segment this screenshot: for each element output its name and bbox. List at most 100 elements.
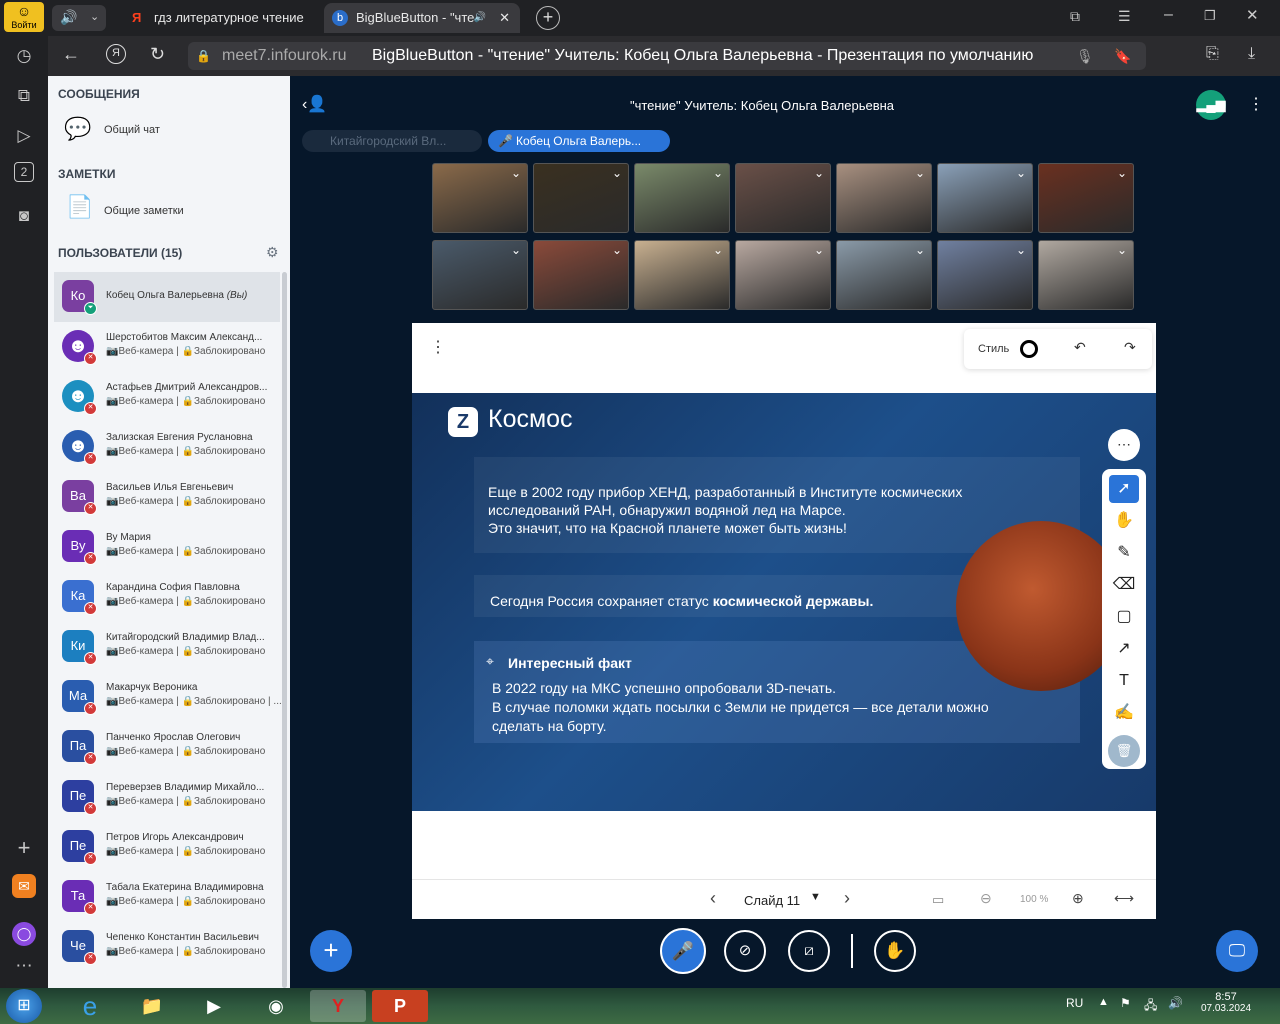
chevron-down-icon[interactable]: ⌄: [1117, 243, 1127, 257]
media-player-icon[interactable]: ▶: [186, 990, 242, 1022]
yandex-browser-icon[interactable]: Y: [310, 990, 366, 1022]
alice-icon[interactable]: ◯: [12, 922, 36, 946]
video-tile[interactable]: ⌄: [735, 163, 831, 233]
chevron-down-icon[interactable]: ⌄: [915, 166, 925, 180]
user-list-item[interactable]: Пе ✕ Петров Игорь Александрович 📷Веб-камера…: [54, 822, 280, 872]
mail-icon[interactable]: ✉: [12, 874, 36, 898]
user-list-item[interactable]: Пе ✕ Переверзев Владимир Михайло... 📷Веб-ка…: [54, 772, 280, 822]
zoom-out-icon[interactable]: ⊖: [980, 890, 992, 907]
video-icon[interactable]: ▷: [10, 122, 38, 150]
yandex-home-icon[interactable]: Я: [106, 44, 126, 64]
redo-icon[interactable]: ↷: [1124, 339, 1136, 356]
mic-icon[interactable]: 🎙: [1076, 42, 1094, 70]
options-menu-icon[interactable]: ⋮: [1248, 94, 1264, 114]
user-list-item[interactable]: Ву ✕ Ву Мария 📷Веб-камера | 🔒Заблокировано: [54, 522, 280, 572]
bookmark-icon[interactable]: 🔖: [1114, 42, 1131, 70]
user-list-item[interactable]: ☻ ✕ Астафьев Дмитрий Александров... 📷Веб-ка…: [54, 372, 280, 422]
menu-icon[interactable]: ☰: [1118, 8, 1131, 25]
close-window-icon[interactable]: ✕: [1246, 6, 1259, 24]
chevron-down-icon[interactable]: ⌄: [511, 166, 521, 180]
talker-badge-active[interactable]: 🎤 Кобец Ольга Валерь...: [488, 130, 670, 152]
undo-icon[interactable]: ↶: [1074, 339, 1086, 356]
video-tile[interactable]: ⌄: [836, 240, 932, 310]
next-slide-icon[interactable]: ›: [844, 888, 850, 909]
arrow-icon[interactable]: ↗: [1109, 635, 1139, 663]
text-icon[interactable]: T: [1109, 667, 1139, 695]
user-list-item[interactable]: Па ✕ Панченко Ярослав Олегович 📷Веб-камера …: [54, 722, 280, 772]
user-list-item[interactable]: Та ✕ Табала Екатерина Владимировна 📷Веб-кам…: [54, 872, 280, 922]
chrome-icon[interactable]: ◉: [248, 990, 304, 1022]
more-icon[interactable]: ⋯: [10, 952, 38, 980]
login-button[interactable]: ☺ Войти: [4, 2, 44, 32]
video-tile[interactable]: ⌄: [634, 163, 730, 233]
tray-arrow-icon[interactable]: ▲: [1098, 996, 1109, 1008]
presentation-toggle-button[interactable]: 🖵: [1216, 930, 1258, 972]
chevron-down-icon[interactable]: ▼: [810, 891, 821, 903]
zoom-in-icon[interactable]: ⊕: [1072, 890, 1084, 907]
chevron-down-icon[interactable]: ⌄: [713, 243, 723, 257]
network-icon[interactable]: 🖧: [1144, 996, 1157, 1017]
history-icon[interactable]: ◷: [10, 42, 38, 70]
more-tools-icon[interactable]: ⋯: [1108, 429, 1140, 461]
eraser-icon[interactable]: ⌫: [1109, 571, 1139, 599]
video-tile[interactable]: ⌄: [937, 240, 1033, 310]
user-list-item[interactable]: ☻ ✕ Зализская Евгения Руслановна 📷Веб-камер…: [54, 422, 280, 472]
talker-badge[interactable]: Китайгородский Вл...: [302, 130, 482, 152]
delete-icon[interactable]: 🗑: [1108, 735, 1140, 767]
public-chat-item[interactable]: 💬 Общий чат: [48, 114, 290, 148]
user-list-item[interactable]: Ва ✕ Васильев Илья Евгеньевич 📷Веб-камера |…: [54, 472, 280, 522]
tabs-count-button[interactable]: 2: [14, 162, 34, 182]
start-button[interactable]: ⊞: [6, 989, 42, 1023]
back-icon[interactable]: ←: [62, 44, 80, 65]
video-tile[interactable]: ⌄: [1038, 163, 1134, 233]
presentation-options-icon[interactable]: ⋮: [430, 337, 446, 357]
chevron-down-icon[interactable]: ⌄: [612, 166, 622, 180]
pencil-icon[interactable]: ✎: [1109, 539, 1139, 567]
reader-icon[interactable]: ⎘: [1206, 45, 1219, 63]
settings-gear-icon[interactable]: ⚙: [266, 244, 279, 261]
chevron-down-icon[interactable]: ⌄: [511, 243, 521, 257]
chevron-down-icon[interactable]: ⌄: [814, 166, 824, 180]
actions-plus-button[interactable]: +: [310, 930, 352, 972]
tab-group[interactable]: 🔊 ⌄: [52, 5, 106, 31]
video-tile[interactable]: ⌄: [1038, 240, 1134, 310]
connection-status-icon[interactable]: ▂▄▆: [1196, 90, 1226, 120]
fit-width-icon[interactable]: ▭: [932, 892, 944, 908]
user-list-item[interactable]: Ма ✕ Макарчук Вероника 📷Веб-камера | 🔒Забло…: [54, 672, 282, 722]
url-field[interactable]: 🔒 meet7.infourok.ru BigBlueButton - "чте…: [188, 42, 1146, 70]
chevron-down-icon[interactable]: ⌄: [1117, 166, 1127, 180]
close-tab-icon[interactable]: ✕: [499, 3, 510, 33]
slide-selector[interactable]: Слайд 11: [744, 893, 800, 908]
powerpoint-icon[interactable]: P: [372, 990, 428, 1022]
video-tile[interactable]: ⌄: [735, 240, 831, 310]
tab-bigbluebutton[interactable]: b BigBlueButton - "чте 🔊 ✕: [324, 3, 520, 33]
chevron-down-icon[interactable]: ⌄: [612, 243, 622, 257]
tab-manager-icon[interactable]: ⧉: [1070, 8, 1080, 25]
chevron-down-icon[interactable]: ⌄: [814, 243, 824, 257]
raise-hand-button[interactable]: ✋: [874, 930, 916, 972]
user-list-item[interactable]: Ко ⏷ Кобец Ольга Валерьевна (Вы): [54, 272, 280, 322]
chevron-down-icon[interactable]: ⌄: [1016, 243, 1026, 257]
user-list-item[interactable]: Ки ✕ Китайгородский Владимир Влад... 📷Веб-к…: [54, 622, 280, 672]
collections-icon[interactable]: ⧉: [10, 82, 38, 110]
user-list-scrollbar[interactable]: [282, 272, 287, 988]
screenshare-off-button[interactable]: ⧄: [788, 930, 830, 972]
user-list-item[interactable]: Ка ✕ Карандина София Павловна 📷Веб-камера |…: [54, 572, 280, 622]
video-tile[interactable]: ⌄: [432, 240, 528, 310]
ie-icon[interactable]: e: [62, 990, 118, 1022]
video-tile[interactable]: ⌄: [533, 240, 629, 310]
tray-flag-icon[interactable]: ⚑: [1120, 996, 1131, 1010]
screenshot-icon[interactable]: ◙: [10, 202, 38, 230]
stroke-style-icon[interactable]: [1020, 340, 1038, 358]
chevron-down-icon[interactable]: ⌄: [915, 243, 925, 257]
new-tab-button[interactable]: +: [536, 6, 560, 30]
rectangle-icon[interactable]: ▢: [1109, 603, 1139, 631]
clock[interactable]: 8:57 07.03.2024: [1196, 991, 1256, 1014]
video-tile[interactable]: ⌄: [533, 163, 629, 233]
explorer-icon[interactable]: 📁: [124, 990, 180, 1022]
volume-icon[interactable]: 🔊: [1168, 996, 1183, 1010]
select-icon[interactable]: ➚: [1109, 475, 1139, 503]
user-list-item[interactable]: ☻ ✕ Шерстобитов Максим Александ... 📷Веб-кам…: [54, 322, 280, 372]
sticky-note-icon[interactable]: ✍: [1109, 699, 1139, 727]
chevron-down-icon[interactable]: ⌄: [1016, 166, 1026, 180]
